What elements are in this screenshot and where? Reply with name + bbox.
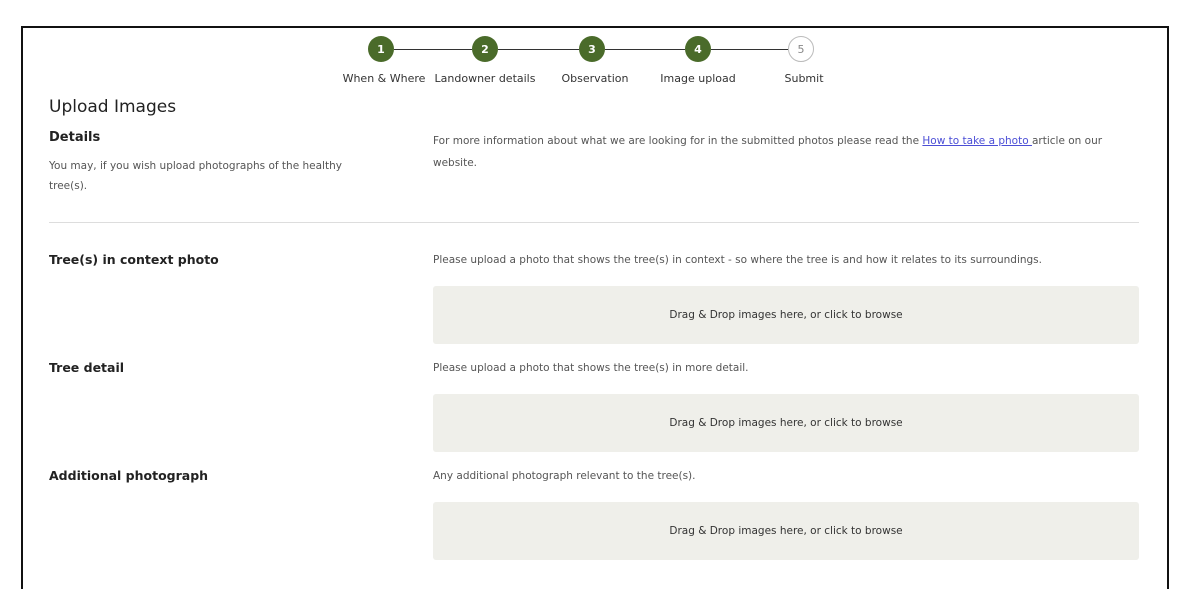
- how-to-take-photo-link[interactable]: How to take a photo: [922, 135, 1032, 147]
- step-5-circle: 5: [788, 36, 814, 62]
- context-photo-help: Please upload a photo that shows the tre…: [433, 254, 1042, 266]
- step-connector: [711, 48, 788, 50]
- details-description: You may, if you wish upload photographs …: [49, 160, 342, 192]
- tree-detail-help: Please upload a photo that shows the tre…: [433, 362, 749, 374]
- step-3-circle: 3: [579, 36, 605, 62]
- step-1-label: When & Where: [342, 72, 426, 85]
- additional-photo-label: Additional photograph: [49, 468, 209, 483]
- additional-photo-dropzone[interactable]: Drag & Drop images here, or click to bro…: [433, 502, 1139, 560]
- step-5-label: Submit: [784, 72, 824, 85]
- step-connector: [394, 48, 472, 50]
- step-2-label: Landowner details: [434, 72, 536, 85]
- additional-photo-help: Any additional photograph relevant to th…: [433, 470, 696, 482]
- tree-detail-dropzone[interactable]: Drag & Drop images here, or click to bro…: [433, 394, 1139, 452]
- info-prefix: For more information about what we are l…: [433, 135, 923, 147]
- tree-detail-label: Tree detail: [49, 360, 125, 375]
- page-title: Upload Images: [49, 97, 177, 117]
- context-photo-label: Tree(s) in context photo: [49, 252, 219, 267]
- section-divider: [49, 222, 1139, 223]
- step-4-label: Image upload: [660, 72, 736, 85]
- step-3-label: Observation: [561, 72, 629, 85]
- step-connector: [605, 48, 685, 50]
- step-4-circle: 4: [685, 36, 711, 62]
- step-1-circle: 1: [368, 36, 394, 62]
- step-2-circle: 2: [472, 36, 498, 62]
- progress-stepper: 1 2 3 4 5 When & Where Landowner details…: [0, 36, 1182, 96]
- details-heading: Details: [49, 130, 101, 145]
- context-photo-dropzone[interactable]: Drag & Drop images here, or click to bro…: [433, 286, 1139, 344]
- step-connector: [498, 48, 579, 50]
- details-info: For more information about what we are l…: [433, 130, 1143, 174]
